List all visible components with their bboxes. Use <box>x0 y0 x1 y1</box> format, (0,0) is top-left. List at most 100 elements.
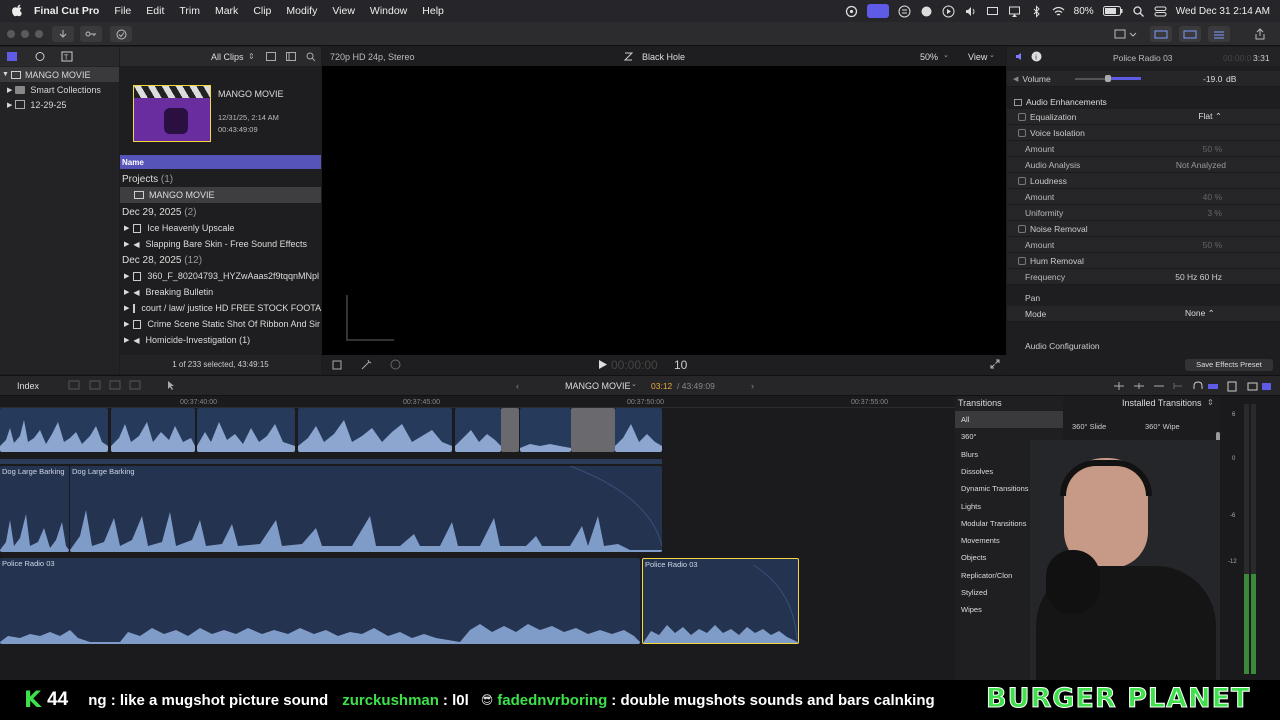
window-minimize-button[interactable] <box>21 30 29 38</box>
browser-row[interactable]: ▶ 360_F_80204793_HYZwAaas2f9tqqnMNpl <box>120 268 321 284</box>
menu-mark[interactable]: Mark <box>215 5 238 17</box>
menu-help[interactable]: Help <box>422 5 444 17</box>
video-clip[interactable] <box>520 408 571 452</box>
volume-slider-knob[interactable] <box>1105 75 1111 82</box>
menu-file[interactable]: File <box>114 5 131 17</box>
video-clip[interactable] <box>615 408 662 452</box>
browser-row[interactable]: ▶ Ice Heavenly Upscale <box>120 220 321 236</box>
volume-value[interactable]: -19.0 <box>1203 74 1222 84</box>
video-clip[interactable] <box>111 408 195 452</box>
gap-clip[interactable] <box>501 408 519 452</box>
obs-icon[interactable] <box>845 5 858 18</box>
timeline-ruler[interactable]: 00:37:40:00 00:37:45:00 00:37:50:00 00:3… <box>0 396 955 408</box>
disclosure-triangle-icon[interactable]: ▶ <box>124 224 129 232</box>
edit-buttons-group[interactable] <box>68 380 148 391</box>
disclosure-triangle-icon[interactable]: ▶ <box>124 336 129 344</box>
screen-share-icon[interactable] <box>866 4 889 18</box>
browser-row[interactable]: ▶ ◀ Breaking Bulletin <box>120 284 321 300</box>
name-column-header[interactable]: Name <box>120 155 321 169</box>
search-icon[interactable] <box>1132 5 1145 18</box>
pointer-tool-icon[interactable] <box>166 380 182 391</box>
photos-icon[interactable] <box>34 51 46 62</box>
titles-icon[interactable]: T <box>61 51 73 62</box>
inspector-toggle-button[interactable] <box>1208 26 1230 42</box>
disclosure-triangle-icon[interactable]: ▶ <box>124 320 129 328</box>
history-back-icon[interactable]: ‹ <box>516 381 519 391</box>
window-close-button[interactable] <box>7 30 15 38</box>
audio-config-row[interactable]: Audio Configuration <box>1007 338 1280 354</box>
enhancement-value[interactable]: 50 % <box>1203 240 1222 250</box>
enable-checkbox[interactable] <box>1018 128 1026 137</box>
menu-trim[interactable]: Trim <box>179 5 200 17</box>
gap-clip[interactable] <box>571 408 615 452</box>
list-view-icon[interactable] <box>286 52 296 61</box>
bluetooth-icon[interactable] <box>1030 4 1043 18</box>
view-menu[interactable]: View <box>968 52 987 62</box>
crop-icon[interactable] <box>332 360 343 370</box>
enable-checkbox[interactable] <box>1018 176 1026 185</box>
disclosure-triangle-icon[interactable]: ▶ <box>124 272 129 280</box>
info-icon[interactable]: i <box>1031 51 1042 62</box>
enhancements-header[interactable]: Audio Enhancements <box>1007 95 1280 109</box>
browser-row[interactable]: ▶ Crime Scene Static Shot Of Ribbon And … <box>120 316 321 332</box>
enhancement-value[interactable]: Flat ⌃ <box>1198 111 1222 122</box>
volume-icon[interactable] <box>964 5 977 18</box>
battery-icon[interactable] <box>1102 6 1123 16</box>
browser-row[interactable]: ▶ ◀ Slapping Bare Skin - Free Sound Effe… <box>120 236 321 252</box>
disclosure-triangle-icon[interactable]: ▶ <box>7 86 12 94</box>
index-button[interactable]: Index <box>17 381 39 391</box>
magic-wand-icon[interactable] <box>360 359 372 371</box>
clock[interactable]: Wed Dec 31 2:14 AM <box>1176 6 1270 17</box>
filmstrip-view-icon[interactable] <box>266 52 276 61</box>
pan-mode-menu[interactable]: None ⌃ <box>1185 308 1215 319</box>
share-button[interactable] <box>1250 26 1270 42</box>
event-thumbnail[interactable] <box>133 85 211 142</box>
menu-edit[interactable]: Edit <box>146 5 164 17</box>
audio-clip-police-radio-selected[interactable]: Police Radio 03 <box>642 558 799 644</box>
workspace-menu[interactable] <box>1108 26 1144 42</box>
timeline-toggle-button[interactable] <box>1179 26 1201 42</box>
control-center-icon[interactable] <box>1154 5 1167 18</box>
volume-slider[interactable] <box>1075 75 1141 82</box>
menu-clip[interactable]: Clip <box>253 5 271 17</box>
play-button[interactable] <box>599 360 607 369</box>
enable-checkbox[interactable] <box>1018 112 1026 121</box>
enable-checkbox[interactable] <box>1018 256 1026 265</box>
libraries-icon[interactable] <box>6 51 18 62</box>
enhancement-value[interactable]: Not Analyzed <box>1176 160 1226 170</box>
video-clip[interactable] <box>197 408 295 452</box>
background-tasks-button[interactable] <box>110 26 132 42</box>
disclosure-triangle-icon[interactable]: ▶ <box>124 304 129 312</box>
browser-row-project[interactable]: MANGO MOVIE <box>120 187 321 203</box>
installed-transitions-menu[interactable]: Installed Transitions <box>1122 398 1202 408</box>
history-forward-icon[interactable]: › <box>751 381 754 391</box>
menu-view[interactable]: View <box>332 5 355 17</box>
play-icon[interactable] <box>942 5 955 18</box>
keywords-button[interactable] <box>80 26 102 42</box>
library-item-mango-movie[interactable]: ▼ MANGO MOVIE <box>0 67 119 82</box>
library-item-smart-collections[interactable]: ▶ Smart Collections <box>0 82 119 97</box>
video-clip[interactable] <box>455 408 501 452</box>
timeline-project-name[interactable]: MANGO MOVIE <box>565 381 631 391</box>
speed-icon[interactable] <box>390 359 401 370</box>
audio-clip-dog-barking[interactable]: Dog Large Barking <box>70 466 662 552</box>
enable-checkbox[interactable] <box>1018 224 1026 233</box>
video-clip[interactable] <box>298 408 452 452</box>
disclosure-triangle-icon[interactable]: ▶ <box>124 240 129 248</box>
app-menu[interactable]: Final Cut Pro <box>34 5 99 17</box>
clip-filter-menu[interactable]: All Clips <box>211 52 244 62</box>
timeline-controls-icons[interactable] <box>1112 381 1272 392</box>
disclosure-triangle-icon[interactable]: ▶ <box>7 101 12 109</box>
audio-clip-dog-barking[interactable]: Dog Large Barking <box>0 466 69 552</box>
chevron-updown-icon[interactable]: ⇕ <box>248 52 255 61</box>
wifi-icon[interactable] <box>1052 5 1065 18</box>
airplay-icon[interactable] <box>1008 5 1021 18</box>
video-clip[interactable] <box>0 408 108 452</box>
apple-icon[interactable] <box>10 4 24 18</box>
audio-clip-police-radio[interactable]: Police Radio 03 <box>0 558 640 644</box>
browser-toggle-button[interactable] <box>1150 26 1172 42</box>
display-icon[interactable] <box>986 5 999 18</box>
timecode-frames[interactable]: 10 <box>674 358 687 372</box>
browser-row[interactable]: ▶ court / law/ justice HD FREE STOCK FOO… <box>120 300 321 316</box>
disclosure-triangle-icon[interactable]: ▼ <box>2 71 9 78</box>
